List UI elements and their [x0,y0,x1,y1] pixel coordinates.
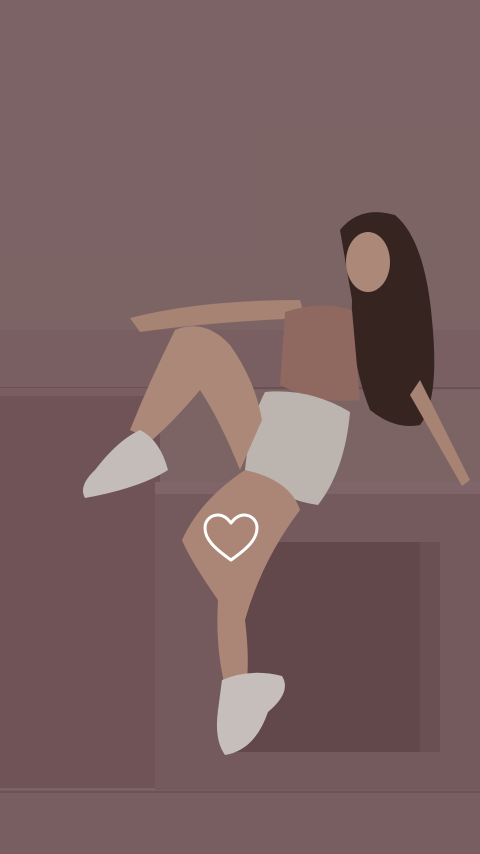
top [280,305,360,401]
face [346,232,390,292]
story-photo [0,0,480,854]
heart-outline-icon [203,513,259,562]
like-button[interactable] [200,508,262,568]
story-viewer[interactable] [0,0,480,854]
